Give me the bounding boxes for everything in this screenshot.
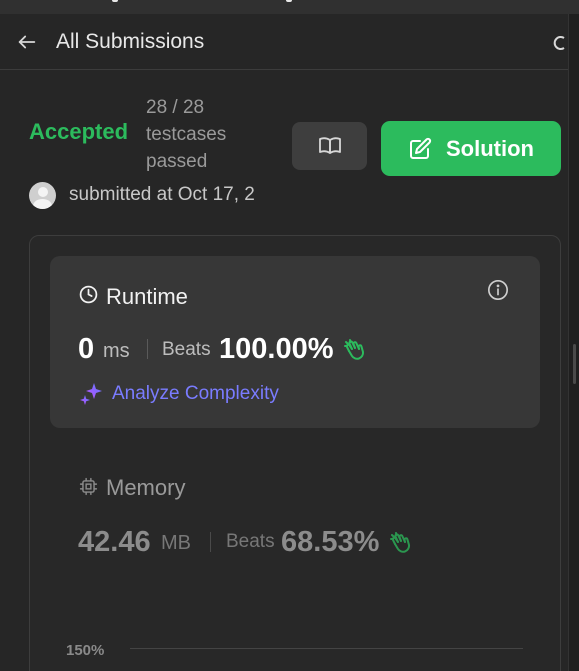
clock-icon [79, 285, 98, 304]
memory-unit: MB [161, 532, 191, 554]
avatar[interactable] [29, 181, 56, 209]
memory-beats-value: 68.53% [281, 526, 380, 558]
page-title[interactable]: All Submissions [56, 30, 204, 54]
right-rail [568, 14, 579, 671]
chart-gridline [130, 648, 523, 649]
clapping-hands-icon [390, 532, 411, 553]
passed-label: passed [146, 151, 208, 172]
submitted-info: submitted at Oct 17, 2 [29, 181, 265, 209]
runtime-value: 0 [78, 333, 95, 365]
runtime-label: Runtime [106, 284, 188, 309]
solution-label: Solution [446, 135, 534, 161]
info-icon[interactable] [487, 279, 509, 301]
top-strip [0, 0, 579, 14]
status-accepted: Accepted [29, 119, 129, 144]
memory-label[interactable]: Memory [106, 475, 185, 501]
editorial-button[interactable] [292, 122, 367, 170]
runtime-unit: ms [103, 340, 130, 362]
runtime-beats-value: 100.00% [219, 333, 334, 365]
sparkle-icon [80, 383, 102, 405]
arrow-left-icon[interactable] [16, 31, 38, 53]
chart-y-tick: 150% [66, 642, 105, 659]
book-open-icon [318, 137, 341, 154]
testcases-passed: 28 / 28 testcases passed [146, 94, 256, 175]
testcases-count: 28 / 28 [146, 97, 205, 118]
divider [210, 532, 211, 552]
clapping-hands-icon [344, 339, 365, 360]
chip-icon [79, 477, 98, 496]
solution-button[interactable]: Solution [381, 121, 561, 176]
partial-icon [553, 36, 565, 50]
divider [147, 339, 148, 359]
memory-value: 42.46 [78, 526, 151, 558]
runtime-beats-label: Beats [162, 339, 211, 360]
testcases-label: testcases [146, 124, 227, 145]
analyze-complexity-link[interactable]: Analyze Complexity [112, 383, 279, 405]
resize-handle[interactable] [573, 344, 576, 384]
edit-icon [410, 137, 432, 159]
submitted-at: submitted at Oct 17, 2 [69, 184, 255, 205]
submission-header: All Submissions [0, 14, 568, 70]
memory-beats-label: Beats [226, 531, 275, 552]
